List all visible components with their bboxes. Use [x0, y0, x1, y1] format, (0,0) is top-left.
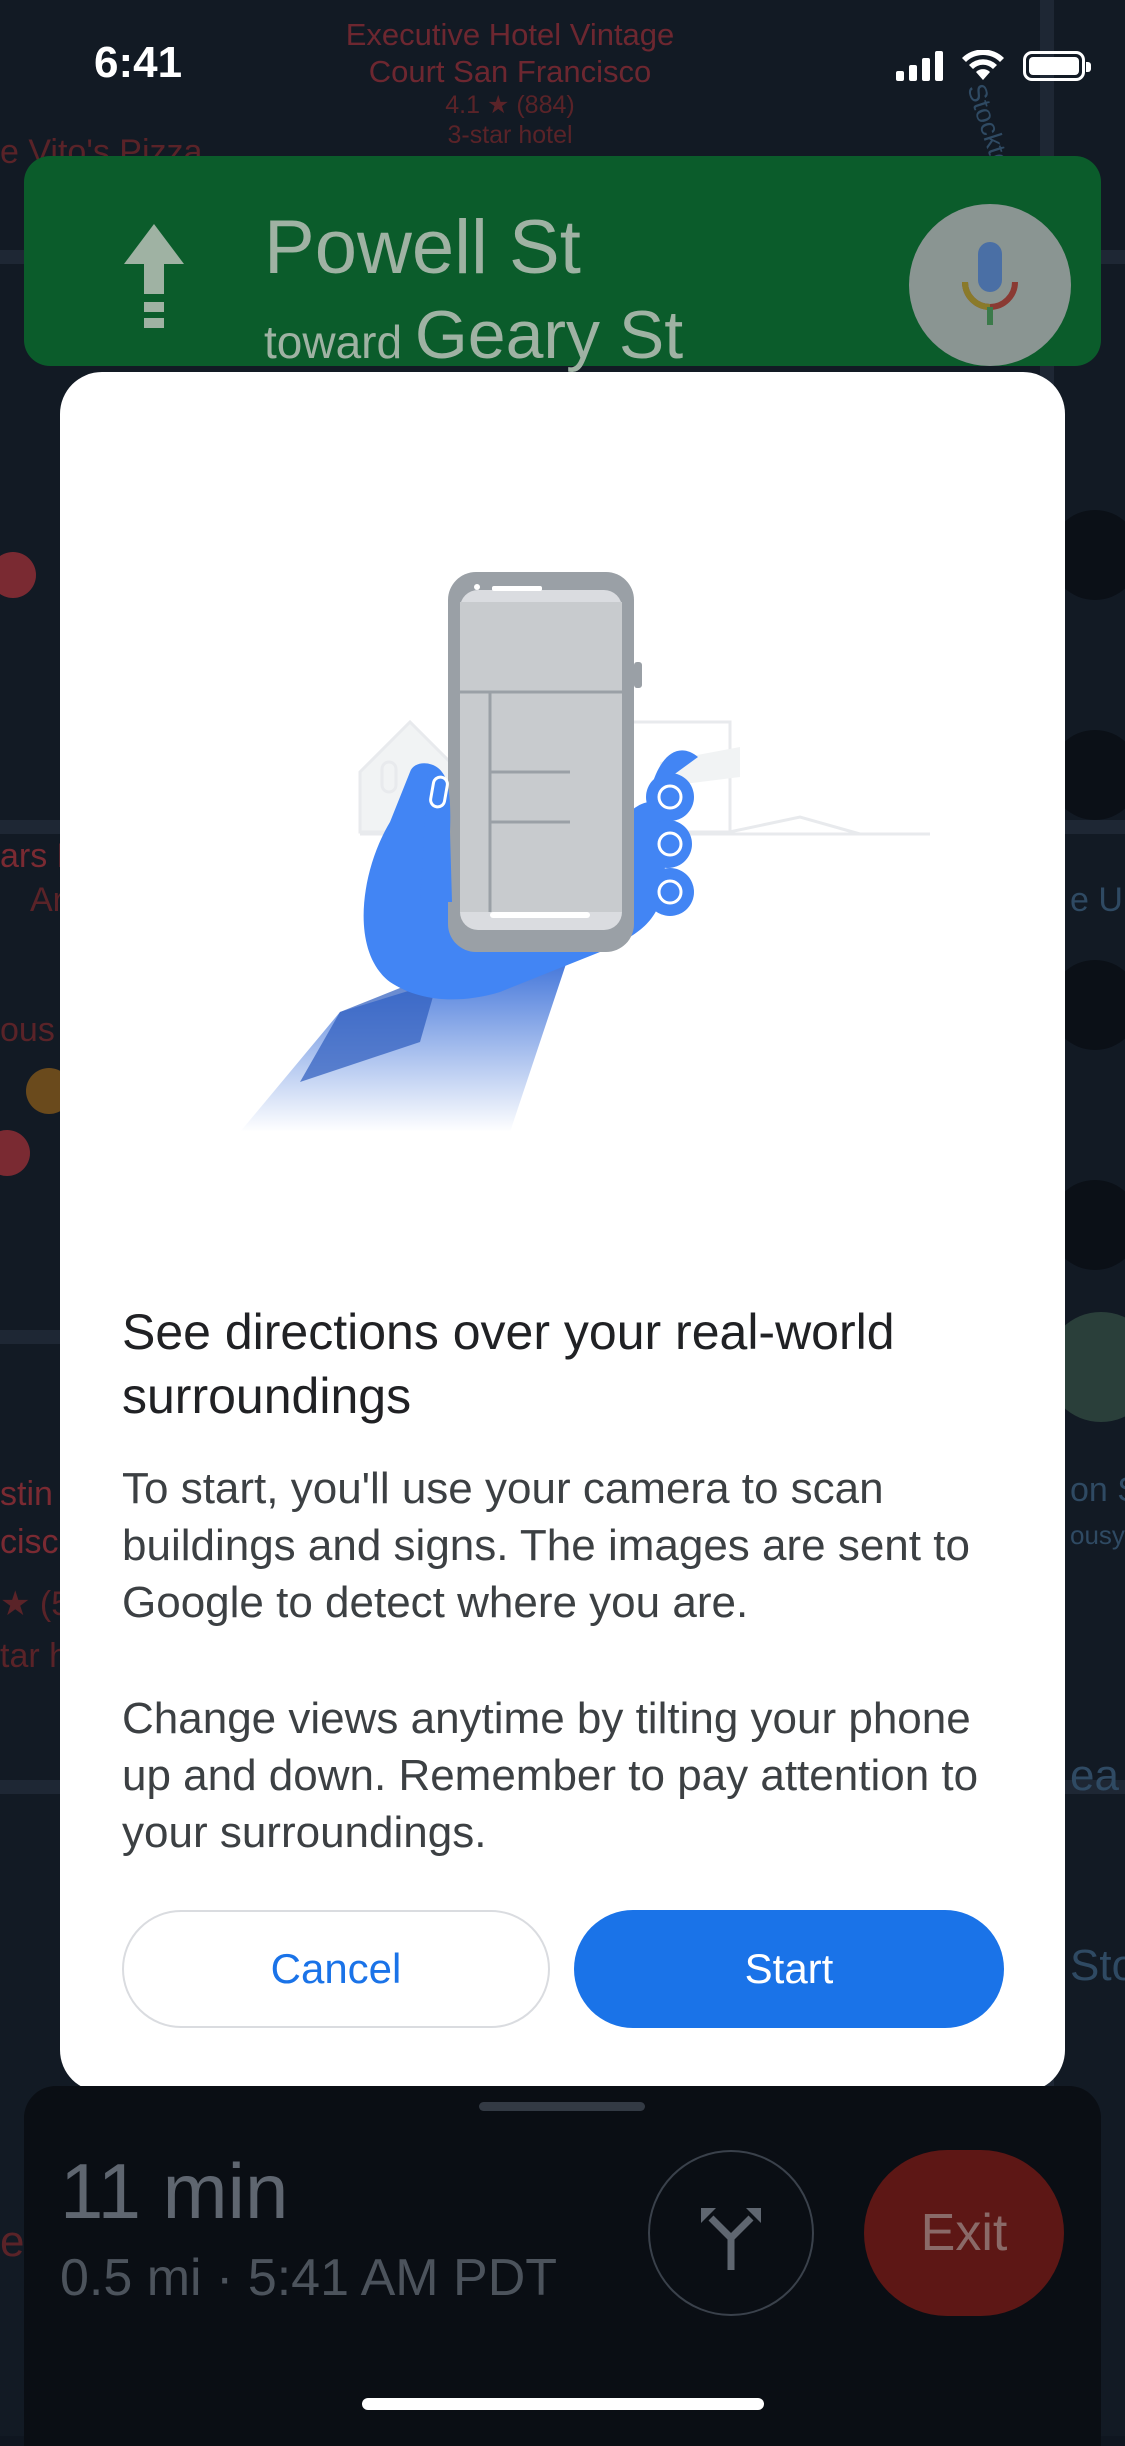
cellular-signal-icon — [896, 51, 943, 81]
nav-street-name: Powell St — [264, 205, 581, 290]
map-poi-marker[interactable] — [0, 1130, 30, 1176]
map-label: cisc — [0, 1523, 59, 1561]
status-time: 6:41 — [94, 38, 183, 87]
map-label: ous — [0, 1011, 55, 1049]
navigation-banner[interactable]: Powell St toward Geary St — [24, 156, 1101, 373]
map-label: on S — [1070, 1471, 1125, 1509]
arrow-up-icon — [124, 224, 184, 328]
map-label: e — [0, 2217, 25, 2266]
map-poi-marker[interactable] — [0, 552, 36, 598]
microphone-icon — [962, 242, 1018, 325]
nav-toward-prefix: toward — [264, 316, 403, 368]
wifi-icon — [962, 50, 1004, 80]
dialog-title: See directions over your real-world surr… — [122, 1304, 895, 1424]
map-label: stin — [0, 1475, 53, 1513]
status-icons — [896, 50, 1091, 82]
sheet-drag-handle[interactable] — [479, 2102, 645, 2111]
ar-intro-dialog: See directions over your real-world surr… — [60, 372, 1065, 2092]
alternate-routes-icon — [701, 2208, 761, 2270]
home-indicator[interactable] — [362, 2398, 764, 2410]
cancel-button[interactable]: Cancel — [122, 1910, 550, 2028]
map-label: tar h — [0, 1637, 69, 1675]
alternate-routes-button[interactable] — [648, 2150, 814, 2316]
map-label: e Ur — [1070, 881, 1125, 919]
trip-details: 0.5 mi · 5:41 AM PDT — [60, 2249, 558, 2307]
dialog-body-paragraph-2: Change views anytime by tilting your pho… — [122, 1694, 979, 1858]
map-label: Sto — [1070, 1941, 1125, 1990]
voice-search-button[interactable] — [909, 204, 1071, 366]
battery-icon — [1023, 51, 1091, 81]
nav-toward-street: Geary St — [414, 297, 684, 373]
map-label: Ar — [30, 881, 64, 919]
phone-in-hand-illustration — [240, 572, 930, 1132]
nav-toward-line: toward Geary St — [264, 296, 683, 374]
exit-button-label: Exit — [920, 2204, 1008, 2262]
exit-navigation-button[interactable]: Exit — [864, 2150, 1064, 2316]
map-label: ea — [1070, 1751, 1119, 1800]
cancel-button-label: Cancel — [270, 1945, 402, 1992]
map-label: ousy — [1070, 1520, 1125, 1550]
start-button-label: Start — [744, 1945, 834, 1992]
eta-time: 11 min — [60, 2147, 289, 2235]
dialog-body-paragraph-1: To start, you'll use your camera to scan… — [122, 1464, 970, 1628]
start-button[interactable]: Start — [574, 1910, 1004, 2028]
trip-bottom-sheet[interactable]: 11 min 0.5 mi · 5:41 AM PDT Exit — [24, 2086, 1101, 2446]
status-bar: 6:41 — [0, 0, 1125, 140]
